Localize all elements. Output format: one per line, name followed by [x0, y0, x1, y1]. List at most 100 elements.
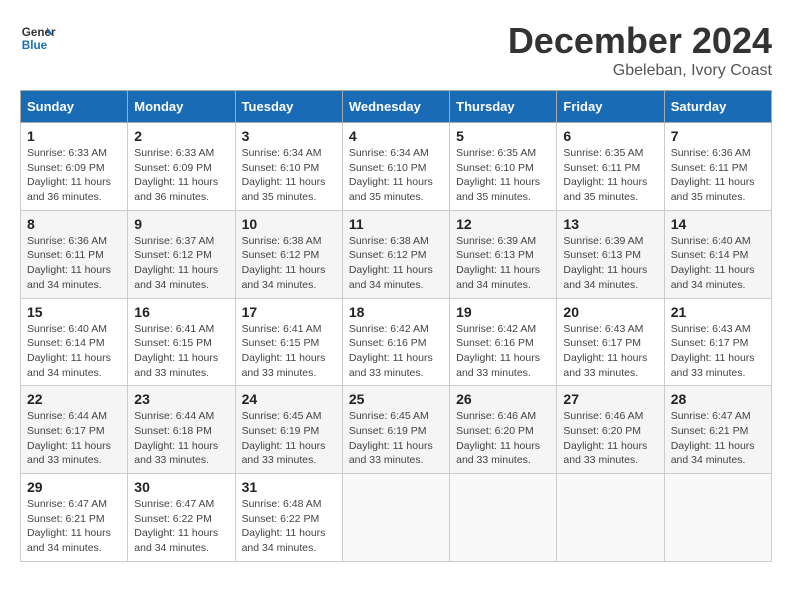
col-friday: Friday [557, 91, 664, 123]
day-info: Sunrise: 6:33 AM Sunset: 6:09 PM Dayligh… [134, 146, 228, 205]
day-info: Sunrise: 6:36 AM Sunset: 6:11 PM Dayligh… [27, 234, 121, 293]
col-wednesday: Wednesday [342, 91, 449, 123]
day-info: Sunrise: 6:48 AM Sunset: 6:22 PM Dayligh… [242, 497, 336, 556]
col-tuesday: Tuesday [235, 91, 342, 123]
col-saturday: Saturday [664, 91, 771, 123]
calendar-week-row: 29 Sunrise: 6:47 AM Sunset: 6:21 PM Dayl… [21, 474, 772, 562]
calendar-day-cell: 31 Sunrise: 6:48 AM Sunset: 6:22 PM Dayl… [235, 474, 342, 562]
calendar-day-cell: 5 Sunrise: 6:35 AM Sunset: 6:10 PM Dayli… [450, 123, 557, 211]
calendar-day-cell: 19 Sunrise: 6:42 AM Sunset: 6:16 PM Dayl… [450, 298, 557, 386]
day-info: Sunrise: 6:45 AM Sunset: 6:19 PM Dayligh… [349, 409, 443, 468]
page-subtitle: Gbeleban, Ivory Coast [508, 62, 772, 80]
day-number: 17 [242, 304, 336, 320]
calendar-empty-cell [342, 474, 449, 562]
day-info: Sunrise: 6:43 AM Sunset: 6:17 PM Dayligh… [563, 322, 657, 381]
day-number: 27 [563, 391, 657, 407]
calendar-day-cell: 6 Sunrise: 6:35 AM Sunset: 6:11 PM Dayli… [557, 123, 664, 211]
day-info: Sunrise: 6:39 AM Sunset: 6:13 PM Dayligh… [563, 234, 657, 293]
day-number: 19 [456, 304, 550, 320]
day-info: Sunrise: 6:44 AM Sunset: 6:17 PM Dayligh… [27, 409, 121, 468]
calendar-day-cell: 7 Sunrise: 6:36 AM Sunset: 6:11 PM Dayli… [664, 123, 771, 211]
day-info: Sunrise: 6:35 AM Sunset: 6:11 PM Dayligh… [563, 146, 657, 205]
page-header: General Blue December 2024 Gbeleban, Ivo… [20, 20, 772, 80]
day-number: 30 [134, 479, 228, 495]
day-number: 23 [134, 391, 228, 407]
day-number: 25 [349, 391, 443, 407]
calendar-day-cell: 10 Sunrise: 6:38 AM Sunset: 6:12 PM Dayl… [235, 210, 342, 298]
day-number: 1 [27, 128, 121, 144]
day-info: Sunrise: 6:47 AM Sunset: 6:21 PM Dayligh… [27, 497, 121, 556]
day-info: Sunrise: 6:38 AM Sunset: 6:12 PM Dayligh… [349, 234, 443, 293]
day-info: Sunrise: 6:41 AM Sunset: 6:15 PM Dayligh… [134, 322, 228, 381]
day-number: 18 [349, 304, 443, 320]
calendar-day-cell: 24 Sunrise: 6:45 AM Sunset: 6:19 PM Dayl… [235, 386, 342, 474]
day-number: 16 [134, 304, 228, 320]
calendar-day-cell: 30 Sunrise: 6:47 AM Sunset: 6:22 PM Dayl… [128, 474, 235, 562]
day-info: Sunrise: 6:40 AM Sunset: 6:14 PM Dayligh… [27, 322, 121, 381]
calendar-day-cell: 4 Sunrise: 6:34 AM Sunset: 6:10 PM Dayli… [342, 123, 449, 211]
day-info: Sunrise: 6:47 AM Sunset: 6:22 PM Dayligh… [134, 497, 228, 556]
day-info: Sunrise: 6:35 AM Sunset: 6:10 PM Dayligh… [456, 146, 550, 205]
day-number: 5 [456, 128, 550, 144]
calendar-week-row: 22 Sunrise: 6:44 AM Sunset: 6:17 PM Dayl… [21, 386, 772, 474]
title-area: December 2024 Gbeleban, Ivory Coast [508, 20, 772, 80]
calendar-week-row: 8 Sunrise: 6:36 AM Sunset: 6:11 PM Dayli… [21, 210, 772, 298]
calendar-day-cell: 13 Sunrise: 6:39 AM Sunset: 6:13 PM Dayl… [557, 210, 664, 298]
day-info: Sunrise: 6:34 AM Sunset: 6:10 PM Dayligh… [242, 146, 336, 205]
day-info: Sunrise: 6:43 AM Sunset: 6:17 PM Dayligh… [671, 322, 765, 381]
day-info: Sunrise: 6:42 AM Sunset: 6:16 PM Dayligh… [349, 322, 443, 381]
calendar-day-cell: 25 Sunrise: 6:45 AM Sunset: 6:19 PM Dayl… [342, 386, 449, 474]
calendar-empty-cell [557, 474, 664, 562]
day-info: Sunrise: 6:42 AM Sunset: 6:16 PM Dayligh… [456, 322, 550, 381]
day-info: Sunrise: 6:46 AM Sunset: 6:20 PM Dayligh… [563, 409, 657, 468]
day-info: Sunrise: 6:40 AM Sunset: 6:14 PM Dayligh… [671, 234, 765, 293]
calendar-day-cell: 14 Sunrise: 6:40 AM Sunset: 6:14 PM Dayl… [664, 210, 771, 298]
calendar-day-cell: 2 Sunrise: 6:33 AM Sunset: 6:09 PM Dayli… [128, 123, 235, 211]
calendar-day-cell: 21 Sunrise: 6:43 AM Sunset: 6:17 PM Dayl… [664, 298, 771, 386]
day-info: Sunrise: 6:38 AM Sunset: 6:12 PM Dayligh… [242, 234, 336, 293]
calendar-day-cell: 12 Sunrise: 6:39 AM Sunset: 6:13 PM Dayl… [450, 210, 557, 298]
day-info: Sunrise: 6:34 AM Sunset: 6:10 PM Dayligh… [349, 146, 443, 205]
calendar-day-cell: 16 Sunrise: 6:41 AM Sunset: 6:15 PM Dayl… [128, 298, 235, 386]
day-number: 4 [349, 128, 443, 144]
col-monday: Monday [128, 91, 235, 123]
day-number: 3 [242, 128, 336, 144]
day-number: 15 [27, 304, 121, 320]
day-number: 26 [456, 391, 550, 407]
svg-text:Blue: Blue [22, 39, 48, 52]
calendar-day-cell: 11 Sunrise: 6:38 AM Sunset: 6:12 PM Dayl… [342, 210, 449, 298]
calendar-day-cell: 23 Sunrise: 6:44 AM Sunset: 6:18 PM Dayl… [128, 386, 235, 474]
calendar-day-cell: 26 Sunrise: 6:46 AM Sunset: 6:20 PM Dayl… [450, 386, 557, 474]
day-number: 22 [27, 391, 121, 407]
day-info: Sunrise: 6:41 AM Sunset: 6:15 PM Dayligh… [242, 322, 336, 381]
day-number: 31 [242, 479, 336, 495]
calendar-day-cell: 8 Sunrise: 6:36 AM Sunset: 6:11 PM Dayli… [21, 210, 128, 298]
day-info: Sunrise: 6:37 AM Sunset: 6:12 PM Dayligh… [134, 234, 228, 293]
day-number: 10 [242, 216, 336, 232]
day-number: 6 [563, 128, 657, 144]
logo-icon: General Blue [20, 20, 56, 56]
day-number: 12 [456, 216, 550, 232]
day-number: 29 [27, 479, 121, 495]
calendar-table: Sunday Monday Tuesday Wednesday Thursday… [20, 90, 772, 562]
day-info: Sunrise: 6:44 AM Sunset: 6:18 PM Dayligh… [134, 409, 228, 468]
day-number: 28 [671, 391, 765, 407]
day-info: Sunrise: 6:36 AM Sunset: 6:11 PM Dayligh… [671, 146, 765, 205]
calendar-week-row: 1 Sunrise: 6:33 AM Sunset: 6:09 PM Dayli… [21, 123, 772, 211]
day-number: 8 [27, 216, 121, 232]
calendar-day-cell: 17 Sunrise: 6:41 AM Sunset: 6:15 PM Dayl… [235, 298, 342, 386]
calendar-day-cell: 29 Sunrise: 6:47 AM Sunset: 6:21 PM Dayl… [21, 474, 128, 562]
calendar-header-row: Sunday Monday Tuesday Wednesday Thursday… [21, 91, 772, 123]
logo: General Blue [20, 20, 56, 56]
day-number: 21 [671, 304, 765, 320]
day-number: 14 [671, 216, 765, 232]
day-info: Sunrise: 6:47 AM Sunset: 6:21 PM Dayligh… [671, 409, 765, 468]
day-number: 20 [563, 304, 657, 320]
day-number: 13 [563, 216, 657, 232]
day-info: Sunrise: 6:39 AM Sunset: 6:13 PM Dayligh… [456, 234, 550, 293]
calendar-day-cell: 9 Sunrise: 6:37 AM Sunset: 6:12 PM Dayli… [128, 210, 235, 298]
day-info: Sunrise: 6:45 AM Sunset: 6:19 PM Dayligh… [242, 409, 336, 468]
calendar-day-cell: 27 Sunrise: 6:46 AM Sunset: 6:20 PM Dayl… [557, 386, 664, 474]
day-number: 24 [242, 391, 336, 407]
day-number: 11 [349, 216, 443, 232]
